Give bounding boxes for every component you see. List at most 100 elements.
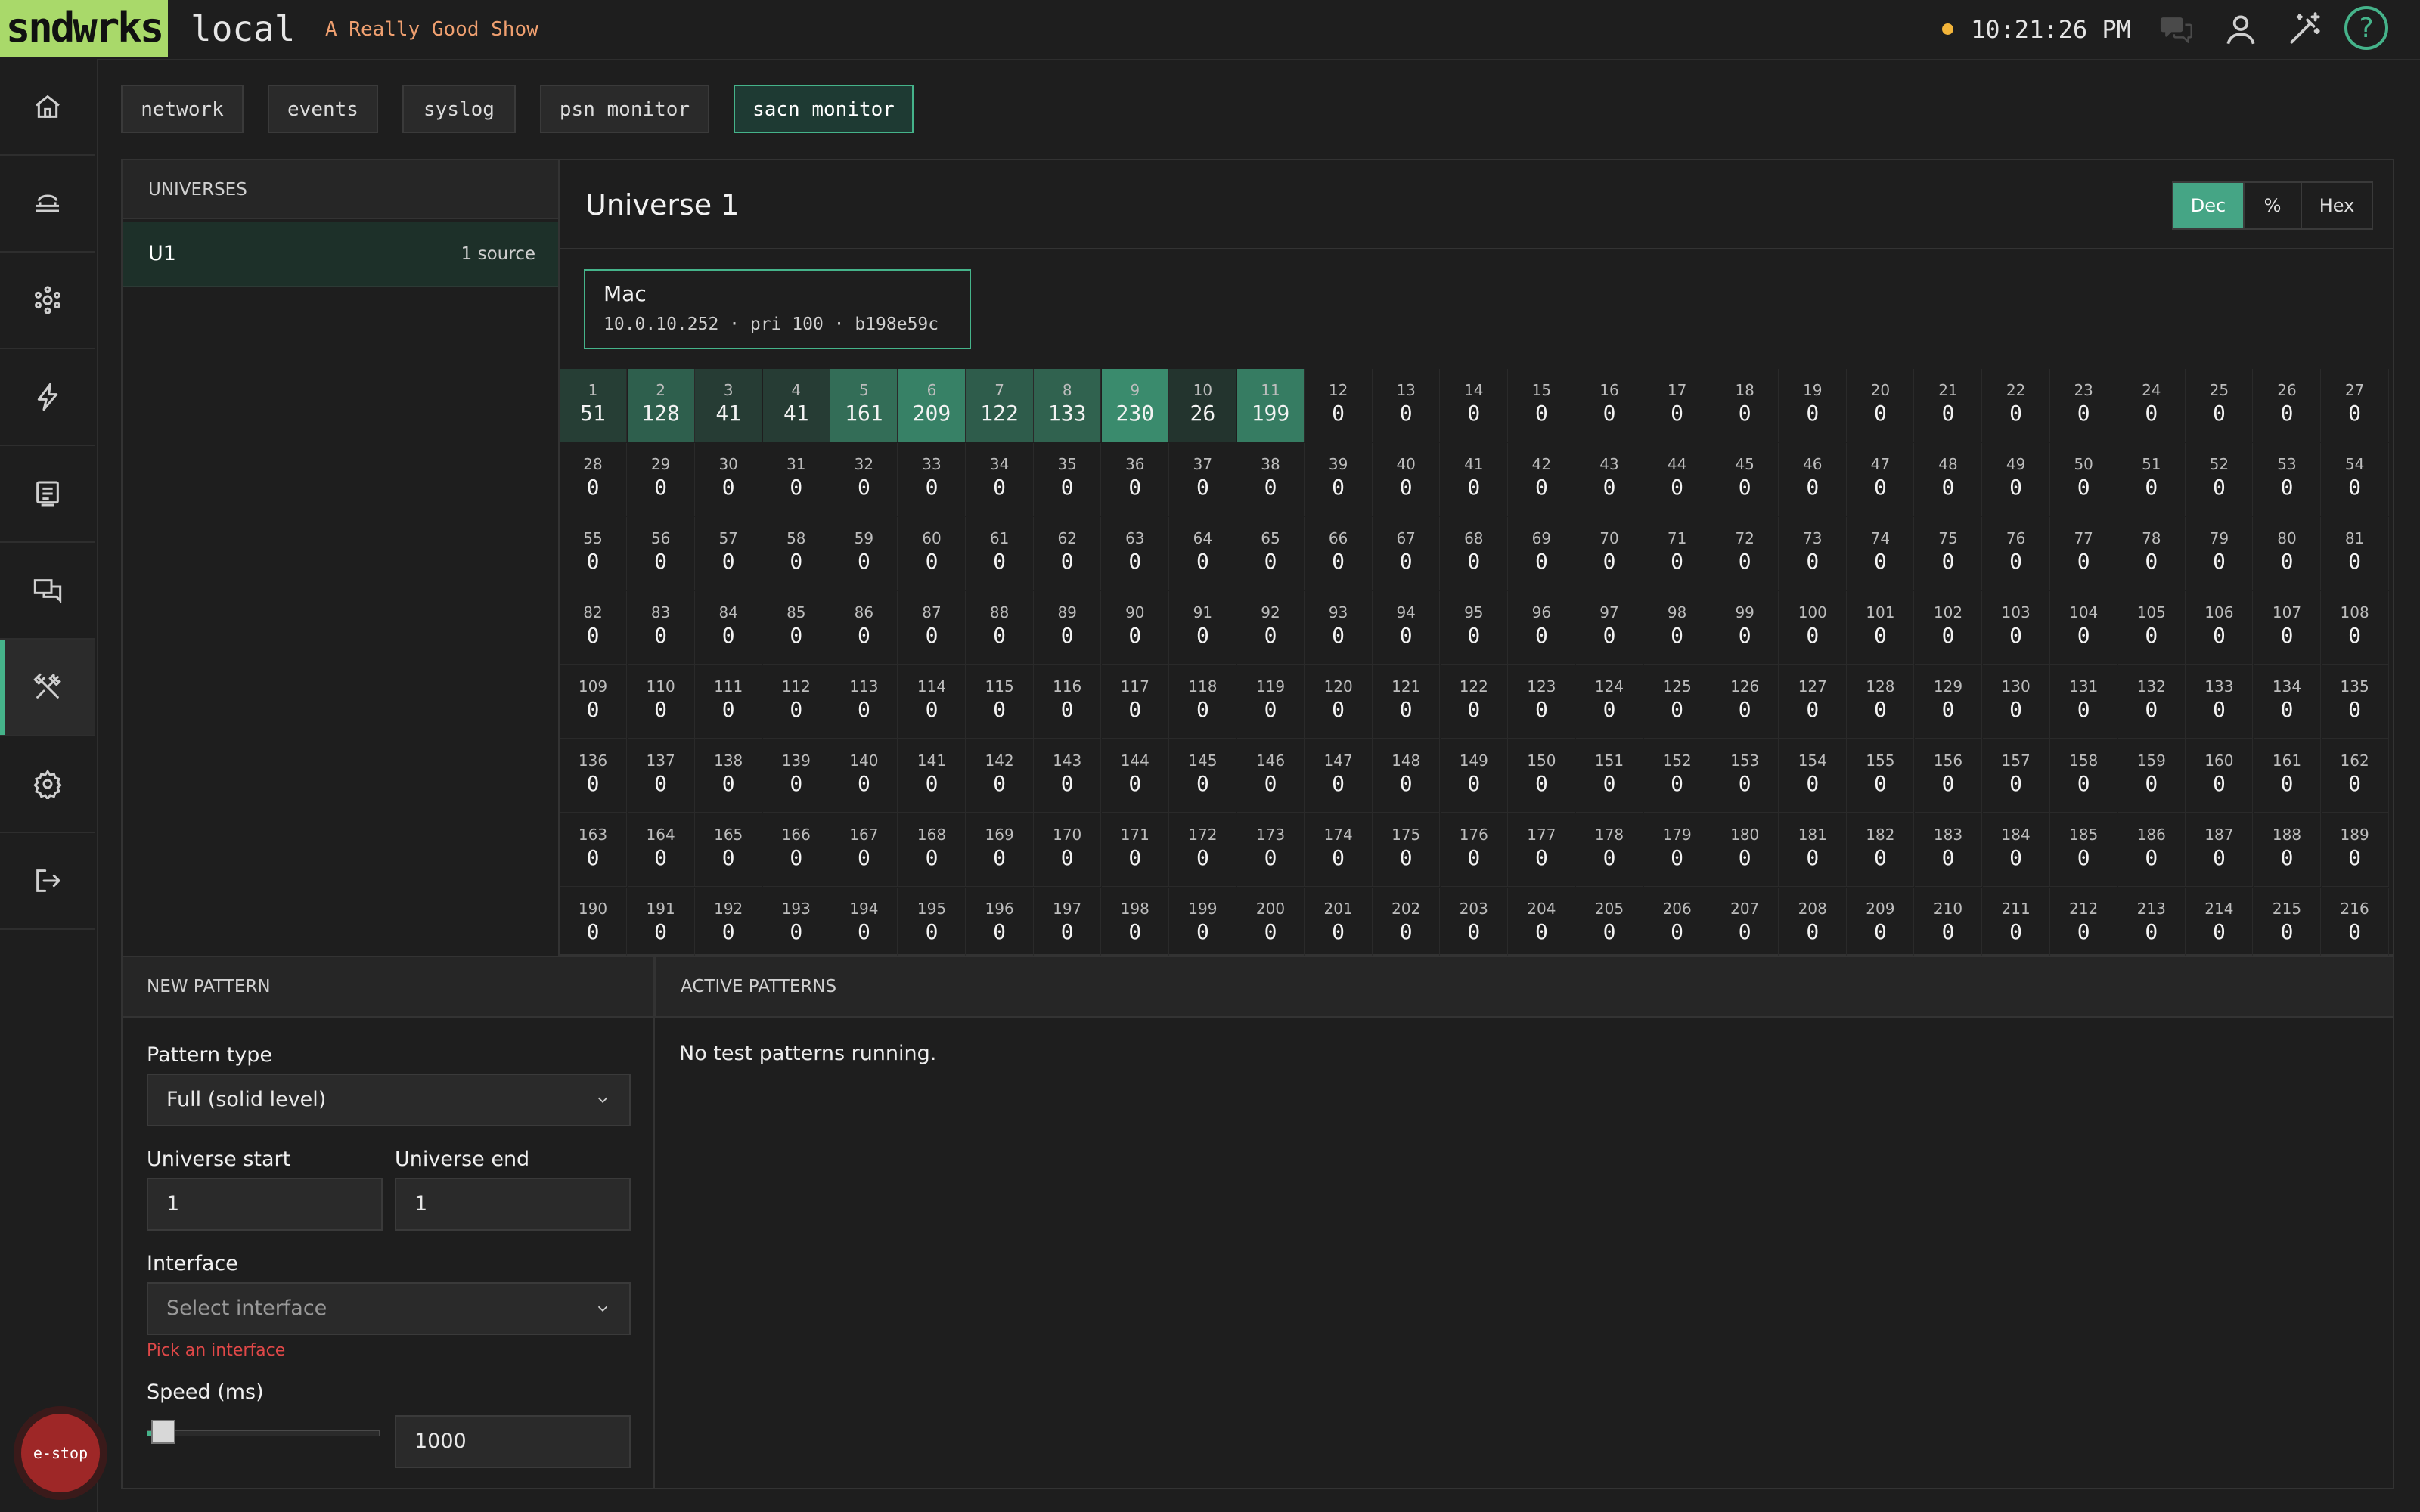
channel-number: 30 [718, 455, 738, 473]
tab-sacn-monitor[interactable]: sacn monitor [734, 85, 914, 133]
source-card[interactable]: Mac 10.0.10.252 · pri 100 · b198e59c [584, 269, 971, 349]
channel-number: 60 [922, 529, 942, 547]
app-logo[interactable]: sndwrks [0, 0, 168, 57]
channel-number: 110 [646, 677, 675, 696]
format-dec-button[interactable]: Dec [2173, 183, 2245, 228]
channel-value: 0 [1941, 771, 1955, 796]
tab-network[interactable]: network [121, 85, 244, 133]
nav-display[interactable] [0, 446, 95, 543]
format-percent-button[interactable]: % [2245, 183, 2302, 228]
channel-value: 0 [1196, 475, 1209, 500]
channel-number: 56 [650, 529, 671, 547]
channel-number: 143 [1053, 751, 1082, 770]
channel-number: 142 [985, 751, 1014, 770]
user-icon[interactable] [2222, 11, 2260, 48]
speed-slider[interactable] [147, 1430, 380, 1436]
dmx-channel-cell: 48 0 [1915, 443, 1982, 516]
estop-button[interactable]: e-stop [14, 1406, 107, 1500]
dmx-channel-cell: 103 0 [1982, 591, 2050, 665]
dmx-channel-cell: 46 0 [1779, 443, 1847, 516]
tab-events[interactable]: events [268, 85, 378, 133]
channel-value: 0 [586, 549, 600, 574]
speed-input[interactable]: 1000 [395, 1415, 631, 1468]
channel-value: 0 [925, 623, 939, 648]
dmx-channel-cell: 80 0 [2254, 517, 2321, 590]
channel-value: 0 [1671, 623, 1684, 648]
nav-tools[interactable] [0, 640, 95, 736]
chat-icon[interactable] [2158, 11, 2196, 48]
channel-number: 119 [1255, 677, 1286, 696]
channel-value: 0 [2077, 845, 2090, 870]
channel-value: 0 [1399, 623, 1413, 648]
dmx-channel-cell: 192 0 [695, 888, 763, 956]
magic-wand-icon[interactable] [2285, 11, 2323, 48]
channel-value: 0 [925, 475, 939, 500]
nav-nodes[interactable] [0, 253, 95, 349]
dmx-channel-cell: 55 0 [560, 517, 627, 590]
nav-network[interactable] [0, 156, 95, 253]
channel-number: 25 [2209, 381, 2229, 399]
channel-number: 169 [985, 826, 1014, 844]
channel-number: 132 [2136, 677, 2166, 696]
dmx-channel-cell: 98 0 [1643, 591, 1711, 665]
universe-list-item[interactable]: U1 1 source [123, 222, 560, 287]
dmx-channel-cell: 184 0 [1982, 813, 2050, 887]
channel-number: 171 [1120, 826, 1150, 844]
channel-number: 158 [2069, 751, 2099, 770]
dmx-channel-cell: 206 0 [1644, 888, 1711, 956]
channel-number: 124 [1594, 677, 1624, 696]
speed-slider-thumb[interactable] [151, 1420, 176, 1444]
universe-end-input[interactable]: 1 [395, 1178, 631, 1231]
nav-settings[interactable] [0, 736, 95, 833]
dmx-channel-cell: 30 0 [695, 443, 763, 516]
channel-number: 117 [1120, 677, 1150, 696]
channel-value: 0 [1873, 401, 1887, 426]
channel-number: 22 [2006, 381, 2026, 399]
tab-psn-monitor[interactable]: psn monitor [540, 85, 709, 133]
tab-syslog[interactable]: syslog [402, 85, 516, 133]
channel-number: 151 [1594, 751, 1624, 770]
channel-value: 0 [1264, 697, 1277, 722]
channel-number: 64 [1193, 529, 1213, 547]
interface-select[interactable]: Select interface [147, 1282, 631, 1335]
nav-messages[interactable] [0, 543, 95, 640]
channel-value: 0 [1128, 771, 1142, 796]
channel-value: 0 [2009, 475, 2023, 500]
channel-value: 0 [586, 771, 600, 796]
channel-number: 139 [781, 751, 811, 770]
channel-number: 57 [718, 529, 738, 547]
nav-home[interactable] [0, 59, 95, 156]
channel-number: 47 [1870, 455, 1891, 473]
format-hex-button[interactable]: Hex [2302, 183, 2372, 228]
channel-value: 0 [1196, 919, 1209, 944]
channel-number: 206 [1662, 900, 1692, 918]
channel-value: 0 [1264, 549, 1277, 574]
channel-value: 0 [1128, 845, 1142, 870]
channel-number: 194 [849, 900, 879, 918]
channel-value: 0 [925, 771, 939, 796]
dmx-channel-cell: 139 0 [762, 739, 830, 813]
dmx-channel-cell: 79 0 [2186, 517, 2254, 590]
dmx-channel-cell: 111 0 [695, 665, 763, 739]
channel-number: 93 [1328, 603, 1348, 621]
estop-label[interactable]: e-stop [21, 1414, 100, 1492]
dmx-channel-cell: 129 0 [1915, 665, 1982, 739]
dmx-channel-cell: 214 0 [2186, 888, 2254, 956]
dmx-channel-cell: 23 0 [2050, 369, 2118, 442]
channel-value: 0 [1941, 845, 1955, 870]
nav-power[interactable] [0, 349, 95, 446]
help-button[interactable]: ? [2344, 6, 2388, 50]
dmx-channel-cell: 95 0 [1440, 591, 1508, 665]
channel-value: 0 [586, 845, 600, 870]
nav-logout[interactable] [0, 833, 95, 930]
dmx-channel-cell: 43 0 [1576, 443, 1643, 516]
pattern-type-select[interactable]: Full (solid level) [147, 1074, 631, 1126]
channel-number: 92 [1261, 603, 1280, 621]
channel-value: 0 [1602, 919, 1616, 944]
dmx-channel-cell: 168 0 [898, 813, 966, 887]
channel-value: 0 [1602, 401, 1616, 426]
channel-value: 0 [2145, 401, 2158, 426]
dmx-channel-cell: 183 0 [1915, 813, 1982, 887]
universe-start-input[interactable]: 1 [147, 1178, 383, 1231]
channel-value: 0 [1941, 401, 1955, 426]
